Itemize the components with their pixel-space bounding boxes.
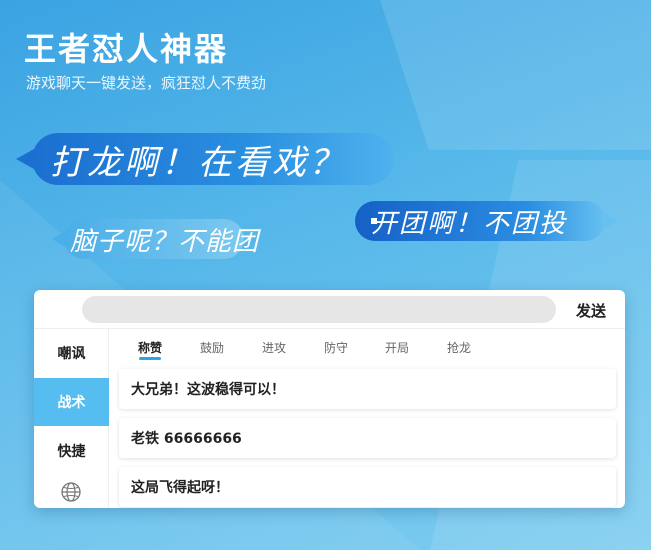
tab-defend[interactable]: 防守	[324, 339, 348, 356]
chat-panel: 发送 嘲讽 战术 快捷 称赞 鼓励 进攻 防守 开局 抢龙 大兄弟！这波稳得可以…	[34, 290, 625, 508]
tab-encourage[interactable]: 鼓励	[200, 339, 224, 356]
sidebar-item-tactics[interactable]: 战术	[34, 378, 109, 426]
phrase-item[interactable]: 大兄弟！这波稳得可以！	[119, 369, 616, 409]
category-sidebar: 嘲讽 战术 快捷	[34, 329, 109, 508]
app-title: 王者怼人神器	[24, 30, 229, 68]
phrase-tabs: 称赞 鼓励 进攻 防守 开局 抢龙	[110, 329, 625, 363]
active-tab-indicator	[139, 357, 161, 360]
speech-bubble-text: 脑子呢？不能团	[70, 226, 260, 257]
speech-bubble-text: 开团啊！不团投	[371, 208, 568, 239]
globe-icon[interactable]	[60, 481, 82, 503]
speech-bubble-text: 打龙啊！在看戏？	[50, 142, 346, 183]
tab-praise[interactable]: 称赞	[138, 339, 162, 356]
app-subtitle: 游戏聊天一键发送，疯狂怼人不费劲	[26, 74, 267, 92]
sidebar-item-taunt[interactable]: 嘲讽	[34, 329, 109, 377]
tab-opening[interactable]: 开局	[385, 339, 409, 356]
speech-bubble: 开团啊！不团投	[355, 201, 605, 241]
tab-steal-dragon[interactable]: 抢龙	[447, 339, 471, 356]
chat-input-bar: 发送	[34, 290, 625, 329]
speech-bubble: 打龙啊！在看戏？	[32, 133, 394, 185]
sidebar-item-quick[interactable]: 快捷	[34, 427, 109, 475]
send-button[interactable]: 发送	[569, 298, 613, 322]
chat-input[interactable]	[82, 296, 556, 323]
speech-bubble: 脑子呢？不能团	[64, 219, 258, 259]
phrase-item[interactable]: 老铁 66666666	[119, 418, 616, 458]
phrase-item[interactable]: 这局飞得起呀！	[119, 467, 616, 507]
background-shape	[380, 0, 651, 150]
tab-attack[interactable]: 进攻	[262, 339, 286, 356]
